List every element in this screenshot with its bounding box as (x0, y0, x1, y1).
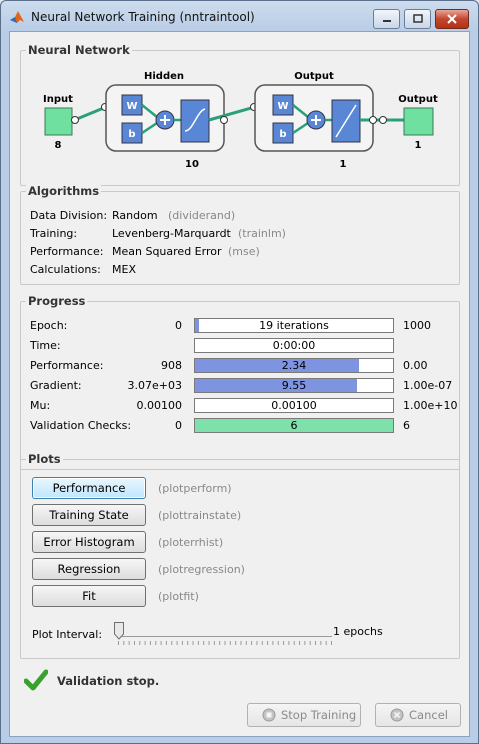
progress-bar: 19 iterations (194, 318, 394, 333)
close-button[interactable] (435, 9, 469, 29)
algorithm-value: MEX (112, 263, 136, 276)
training-state-plot-button[interactable]: Training State (32, 504, 146, 526)
input-size: 8 (55, 140, 62, 151)
cancel-button[interactable]: Cancel (375, 703, 461, 727)
stop-training-label: Stop Training (281, 708, 357, 722)
svg-text:b: b (279, 129, 286, 140)
algorithm-label: Calculations: (30, 263, 101, 276)
progress-bar-text: 9.55 (281, 379, 307, 392)
plot-function: (plottrainstate) (158, 509, 242, 522)
svg-text:b: b (128, 129, 135, 140)
progress-label: Gradient: (30, 379, 82, 392)
progress-bar-text: 2.34 (281, 359, 307, 372)
hidden-label: Hidden (144, 71, 184, 82)
minimize-icon (382, 20, 391, 22)
algorithm-label: Performance: (30, 245, 104, 258)
progress-bar: 0:00:00 (194, 338, 394, 353)
error-histogram-plot-button[interactable]: Error Histogram (32, 531, 146, 553)
progress-label: Validation Checks: (30, 419, 132, 432)
algorithm-label: Data Division: (30, 209, 108, 222)
window: Neural Network Training (nntraintool) Ne… (0, 0, 479, 744)
progress-start-value: 3.07e+03 (127, 379, 182, 392)
progress-label: Mu: (30, 399, 51, 412)
stop-icon (262, 708, 276, 722)
input-label: Input (43, 94, 73, 105)
output-layer-label: Output (294, 71, 334, 82)
close-icon (447, 14, 457, 24)
output-size: 1 (415, 140, 422, 151)
algorithm-function: (dividerand) (168, 209, 236, 222)
progress-start-value: 908 (161, 359, 182, 372)
plot-interval-label: Plot Interval: (32, 628, 103, 641)
progress-end-value: 1000 (403, 319, 431, 332)
cancel-icon (390, 708, 404, 722)
progress-bar-text: 6 (290, 419, 298, 432)
progress-start-value: 0 (175, 319, 182, 332)
plot-function: (plotfit) (158, 590, 199, 603)
algorithm-value: Levenberg-Marquardt (112, 227, 231, 240)
svg-text:W: W (126, 101, 137, 112)
progress-group-label: Progress (26, 294, 88, 308)
algorithms-group: Algorithms Data Division: Random (divide… (20, 184, 460, 285)
algorithm-function: (trainlm) (238, 227, 286, 240)
maximize-icon (412, 14, 423, 23)
plot-function: (plotregression) (158, 563, 245, 576)
network-diagram: Input 8 Hidden W b 10 Output W b 1 Outpu… (43, 71, 438, 170)
progress-bar: 0.00100 (194, 398, 394, 413)
output-label: Output (398, 94, 438, 105)
title-bar[interactable]: Neural Network Training (nntraintool) (1, 1, 478, 31)
plot-interval-value: 1 epochs (333, 625, 383, 638)
algorithm-value: Random (112, 209, 158, 222)
progress-end-value: 1.00e-07 (403, 379, 453, 392)
progress-end-value: 1.00e+10 (403, 399, 458, 412)
algorithm-value: Mean Squared Error (112, 245, 222, 258)
svg-text:W: W (277, 101, 288, 112)
progress-start-value: 0 (175, 419, 182, 432)
progress-bar: 2.34 (194, 358, 394, 373)
progress-label: Performance: (30, 359, 104, 372)
window-title: Neural Network Training (nntraintool) (31, 10, 255, 24)
neural-network-group: Neural Network Input 8 Hidden W b 10 Out… (20, 43, 460, 186)
algorithm-function: (mse) (228, 245, 260, 258)
cancel-label: Cancel (409, 708, 448, 722)
progress-start-value: 0.00100 (136, 399, 183, 412)
performance-plot-button[interactable]: Performance (32, 477, 146, 499)
client-area: Neural Network Input 8 Hidden W b 10 Out… (9, 31, 470, 737)
progress-bar-text: 0.00100 (271, 399, 317, 412)
progress-bar: 9.55 (194, 378, 394, 393)
algorithms-group-label: Algorithms (26, 184, 102, 198)
output-node (403, 107, 434, 136)
progress-bar: 6 (194, 418, 394, 433)
minimize-button[interactable] (373, 9, 400, 29)
progress-bar-text: 0:00:00 (272, 339, 316, 352)
checkmark-icon (24, 669, 48, 691)
regression-plot-button[interactable]: Regression (32, 558, 146, 580)
plot-interval-slider-thumb[interactable] (114, 622, 124, 640)
fit-plot-button[interactable]: Fit (32, 585, 146, 607)
progress-end-value: 0.00 (403, 359, 428, 372)
progress-end-value: 6 (403, 419, 410, 432)
plot-function: (plotperform) (158, 482, 232, 495)
status-text: Validation stop. (57, 674, 160, 688)
hidden-size: 10 (185, 159, 199, 170)
progress-label: Time: (30, 339, 61, 352)
plots-group-label: Plots (26, 452, 63, 466)
progress-group: Progress Epoch: 0 19 iterations 1000 Time: 0:… (20, 294, 460, 470)
input-node (44, 107, 73, 136)
stop-training-button[interactable]: Stop Training (247, 703, 361, 727)
plot-interval-slider-track[interactable] (118, 636, 332, 637)
plot-function: (ploterrhist) (158, 536, 224, 549)
plot-interval-slider-ticks (118, 641, 332, 645)
input-connector (71, 116, 79, 124)
output-layer-size: 1 (340, 159, 347, 170)
maximize-button[interactable] (404, 9, 431, 29)
progress-bar-text: 19 iterations (259, 319, 329, 332)
plots-group: Plots Performance (plotperform) Training… (20, 452, 460, 659)
matlab-icon (10, 11, 24, 23)
algorithm-label: Training: (30, 227, 78, 240)
progress-label: Epoch: (30, 319, 68, 332)
